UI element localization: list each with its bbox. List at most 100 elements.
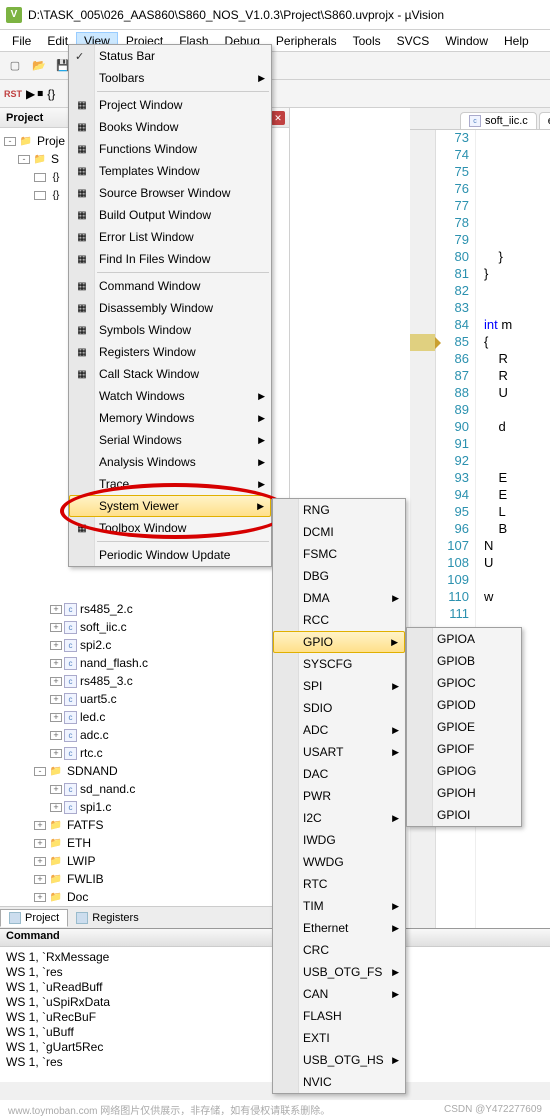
- rst-icon[interactable]: RST: [4, 89, 22, 99]
- menu-item-functions-window[interactable]: ▦Functions Window: [69, 138, 271, 160]
- footer: www.toymoban.com 网络图片仅供展示，非存储，如有侵权请联系删除。…: [0, 1100, 550, 1118]
- menu-item-disassembly-window[interactable]: ▦Disassembly Window: [69, 297, 271, 319]
- tree-row[interactable]: +📁Doc: [2, 888, 287, 906]
- sv-item-crc[interactable]: CRC: [273, 939, 405, 961]
- tw-icon: ▦: [73, 162, 91, 180]
- menu-peripherals[interactable]: Peripherals: [268, 32, 345, 50]
- tab-registers[interactable]: Registers: [68, 910, 146, 926]
- menu-item-toolbox-window[interactable]: ▦Toolbox Window: [69, 517, 271, 539]
- sv-item-can[interactable]: CAN▶: [273, 983, 405, 1005]
- rw-icon: ▦: [73, 343, 91, 361]
- menu-item-registers-window[interactable]: ▦Registers Window: [69, 341, 271, 363]
- menu-item-analysis-windows[interactable]: Analysis Windows▶: [69, 451, 271, 473]
- sv-item-usb_otg_fs[interactable]: USB_OTG_FS▶: [273, 961, 405, 983]
- menu-item-trace[interactable]: Trace▶: [69, 473, 271, 495]
- tree-row[interactable]: +cnand_flash.c: [2, 654, 287, 672]
- footer-left: www.toymoban.com 网络图片仅供展示，非存储，如有侵权请联系删除。: [8, 1102, 330, 1117]
- menu-item-toolbars[interactable]: Toolbars▶: [69, 67, 271, 89]
- sv-item-flash[interactable]: FLASH: [273, 1005, 405, 1027]
- cs-icon: ▦: [73, 365, 91, 383]
- sv-item-usart[interactable]: USART▶: [273, 741, 405, 763]
- menu-item-build-output-window[interactable]: ▦Build Output Window: [69, 204, 271, 226]
- sv-item-wwdg[interactable]: WWDG: [273, 851, 405, 873]
- menu-window[interactable]: Window: [437, 32, 496, 50]
- step-icon[interactable]: {}: [47, 87, 55, 101]
- cw-icon: ▦: [73, 277, 91, 295]
- sv-item-sdio[interactable]: SDIO: [273, 697, 405, 719]
- sv-item-dbg[interactable]: DBG: [273, 565, 405, 587]
- menu-item-error-list-window[interactable]: ▦Error List Window: [69, 226, 271, 248]
- menu-item-symbols-window[interactable]: ▦Symbols Window: [69, 319, 271, 341]
- open-icon[interactable]: 📂: [28, 55, 50, 77]
- tree-row[interactable]: +csoft_iic.c: [2, 618, 287, 636]
- menu-item-command-window[interactable]: ▦Command Window: [69, 275, 271, 297]
- tree-row[interactable]: +📁FWLIB: [2, 870, 287, 888]
- new-icon[interactable]: ▢: [4, 55, 26, 77]
- sv-item-usb_otg_hs[interactable]: USB_OTG_HS▶: [273, 1049, 405, 1071]
- editor-tab[interactable]: csoft_iic.c: [460, 112, 537, 129]
- menu-item-watch-windows[interactable]: Watch Windows▶: [69, 385, 271, 407]
- tree-row[interactable]: +📁LWIP: [2, 852, 287, 870]
- tree-row[interactable]: -📁SDNAND: [2, 762, 287, 780]
- pw-icon: ▦: [73, 96, 91, 114]
- ff-icon: ▦: [73, 250, 91, 268]
- tree-row[interactable]: +📁FATFS: [2, 816, 287, 834]
- sv-item-dcmi[interactable]: DCMI: [273, 521, 405, 543]
- sv-item-i2c[interactable]: I2C▶: [273, 807, 405, 829]
- stop-icon[interactable]: ⏹: [37, 86, 43, 101]
- menu-item-serial-windows[interactable]: Serial Windows▶: [69, 429, 271, 451]
- view-menu[interactable]: ✓Status BarToolbars▶ ▦Project Window▦Book…: [68, 44, 272, 567]
- menu-item-project-window[interactable]: ▦Project Window: [69, 94, 271, 116]
- sv-item-pwr[interactable]: PWR: [273, 785, 405, 807]
- menu-svcs[interactable]: SVCS: [389, 32, 438, 50]
- sv-item-syscfg[interactable]: SYSCFG: [273, 653, 405, 675]
- sv-item-rng[interactable]: RNG: [273, 499, 405, 521]
- tree-row[interactable]: +cspi2.c: [2, 636, 287, 654]
- sv-item-exti[interactable]: EXTI: [273, 1027, 405, 1049]
- sv-item-gpio[interactable]: GPIO▶: [273, 631, 405, 653]
- menu-tools[interactable]: Tools: [345, 32, 389, 50]
- tree-row[interactable]: +cled.c: [2, 708, 287, 726]
- system-viewer-menu[interactable]: RNGDCMIFSMCDBGDMA▶RCCGPIO▶SYSCFGSPI▶SDIO…: [272, 498, 406, 1094]
- menu-item-books-window[interactable]: ▦Books Window: [69, 116, 271, 138]
- sv-item-ethernet[interactable]: Ethernet▶: [273, 917, 405, 939]
- menu-help[interactable]: Help: [496, 32, 537, 50]
- editor-tab[interactable]: ee: [539, 112, 550, 129]
- tree-row[interactable]: +cadc.c: [2, 726, 287, 744]
- sv-item-dac[interactable]: DAC: [273, 763, 405, 785]
- tree-row[interactable]: +crtc.c: [2, 744, 287, 762]
- menu-file[interactable]: File: [4, 32, 39, 50]
- tree-row[interactable]: +📁ETH: [2, 834, 287, 852]
- menu-item-periodic-window-update[interactable]: Periodic Window Update: [69, 544, 271, 566]
- sv-item-adc[interactable]: ADC▶: [273, 719, 405, 741]
- menu-item-call-stack-window[interactable]: ▦Call Stack Window: [69, 363, 271, 385]
- el-icon: ▦: [73, 228, 91, 246]
- sv-item-rcc[interactable]: RCC: [273, 609, 405, 631]
- sv-item-rtc[interactable]: RTC: [273, 873, 405, 895]
- menu-item-templates-window[interactable]: ▦Templates Window: [69, 160, 271, 182]
- sv-item-spi[interactable]: SPI▶: [273, 675, 405, 697]
- tab-project[interactable]: Project: [0, 909, 68, 927]
- sv-item-iwdg[interactable]: IWDG: [273, 829, 405, 851]
- sv-item-tim[interactable]: TIM▶: [273, 895, 405, 917]
- run-icon[interactable]: ▶: [26, 87, 35, 101]
- tree-row[interactable]: +cuart5.c: [2, 690, 287, 708]
- titlebar: V D:\TASK_005\026_AAS860\S860_NOS_V1.0.3…: [0, 0, 550, 30]
- sv-item-dma[interactable]: DMA▶: [273, 587, 405, 609]
- menu-item-status-bar[interactable]: ✓Status Bar: [69, 45, 271, 67]
- menu-item-source-browser-window[interactable]: ▦Source Browser Window: [69, 182, 271, 204]
- editor-tabs: csoft_iic.c ee: [410, 108, 550, 130]
- window-title: D:\TASK_005\026_AAS860\S860_NOS_V1.0.3\P…: [28, 8, 444, 22]
- tree-row[interactable]: +crs485_2.c: [2, 600, 287, 618]
- sv-item-fsmc[interactable]: FSMC: [273, 543, 405, 565]
- tree-row[interactable]: +crs485_3.c: [2, 672, 287, 690]
- menu-item-find-in-files-window[interactable]: ▦Find In Files Window: [69, 248, 271, 270]
- tree-row[interactable]: +csd_nand.c: [2, 780, 287, 798]
- tree-row[interactable]: +cspi1.c: [2, 798, 287, 816]
- bw-icon: ▦: [73, 118, 91, 136]
- sv-item-nvic[interactable]: NVIC: [273, 1071, 405, 1093]
- menu-item-memory-windows[interactable]: Memory Windows▶: [69, 407, 271, 429]
- menu-item-system-viewer[interactable]: System Viewer▶: [69, 495, 271, 517]
- gpio-menu[interactable]: GPIOAGPIOBGPIOCGPIODGPIOEGPIOFGPIOGGPIOH…: [406, 627, 522, 827]
- close-icon[interactable]: ✕: [271, 111, 285, 125]
